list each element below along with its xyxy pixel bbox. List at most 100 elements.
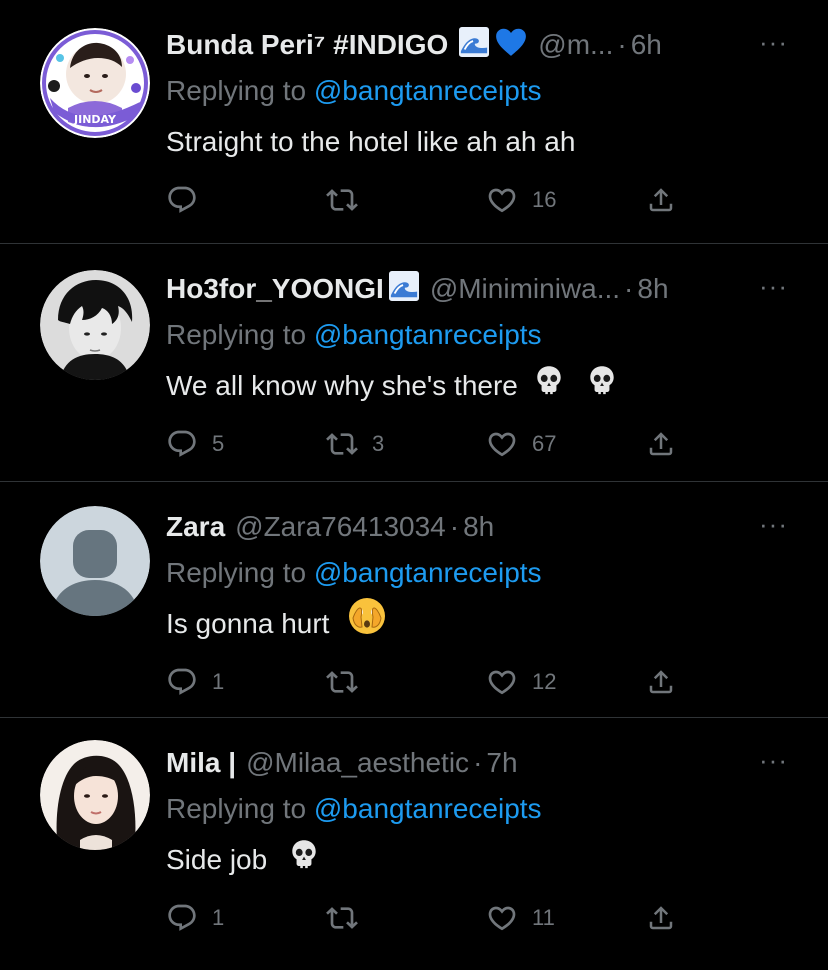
mention-link[interactable]: @bangtanreceipts [314,793,542,824]
blue-heart-emoji [494,25,528,66]
more-options-icon[interactable]: ··· [759,747,788,773]
retweet-icon [326,902,358,934]
avatar[interactable] [40,270,150,380]
default-avatar [40,506,150,616]
retweet-button[interactable] [326,898,372,938]
retweet-button[interactable]: 3 [326,424,384,464]
tweet-text: Is gonna hurt [166,596,788,652]
separator-dot: · [617,29,627,60]
mention-link[interactable]: @bangtanreceipts [314,75,542,106]
avatar-badge-text: JINDAY [73,113,117,126]
wave-emoji [388,271,420,308]
display-name[interactable]: Ho3for_YOONGI [166,273,384,305]
timestamp[interactable]: 7h [486,747,517,779]
action-bar: 5 3 67 [166,424,788,484]
display-name[interactable]: Zara [166,511,225,543]
timestamp[interactable]: 8h [463,511,494,543]
tweet[interactable]: JINDAY Bunda Peri⁷ #INDIGO @m... · 6h ··… [0,0,828,244]
retweet-icon [326,428,358,460]
like-count: 12 [532,669,557,694]
tweet-body: Mila | @Milaa_aesthetic · 7h ··· Replyin… [166,740,788,958]
tweet-text: Straight to the hotel like ah ah ah [166,114,788,170]
tweet[interactable]: Ho3for_YOONGI @Miniminiwa... · 8h ··· Re… [0,244,828,482]
reply-icon [166,184,198,216]
share-button[interactable] [646,180,676,220]
like-button[interactable]: 12 [486,662,556,702]
skull-emoji [532,360,566,416]
mention-link[interactable]: @bangtanreceipts [314,319,542,350]
share-button[interactable] [646,662,676,702]
user-handle[interactable]: @m... [538,29,613,61]
display-name[interactable]: Mila | [166,747,236,779]
tweet-text-content: Is gonna hurt [166,608,330,639]
skull-emoji [585,360,619,416]
more-options-icon[interactable]: ··· [759,511,788,537]
retweet-icon [326,666,358,698]
avatar[interactable] [40,740,150,850]
replying-to: Replying to @bangtanreceipts [166,550,788,596]
reply-button[interactable]: 5 [166,424,224,464]
tweet-body: Ho3for_YOONGI @Miniminiwa... · 8h ··· Re… [166,266,788,484]
user-handle[interactable]: @Zara76413034 [235,511,446,543]
reply-button[interactable] [166,180,212,220]
tweet[interactable]: Mila | @Milaa_aesthetic · 7h ··· Replyin… [0,718,828,970]
replying-to-label: Replying to [166,557,314,588]
reply-button[interactable]: 1 [166,898,224,938]
tweet-header: Bunda Peri⁷ #INDIGO @m... · 6h [166,22,788,68]
tweet-text-content: Straight to the hotel like ah ah ah [166,126,576,157]
heart-icon [486,902,518,934]
heart-icon [486,666,518,698]
heart-icon [486,184,518,216]
retweet-button[interactable] [326,662,372,702]
share-icon [646,429,676,459]
replying-to: Replying to @bangtanreceipts [166,312,788,358]
tweet-text-content: We all know why she's there [166,370,518,401]
avatar[interactable]: JINDAY [40,28,150,138]
tweet-text: We all know why she's there [166,358,788,414]
reply-button[interactable]: 1 [166,662,224,702]
like-button[interactable]: 11 [486,898,555,938]
tweet-header: Ho3for_YOONGI @Miniminiwa... · 8h [166,266,788,312]
replying-to-label: Replying to [166,793,314,824]
share-icon [646,667,676,697]
more-options-icon[interactable]: ··· [759,273,788,299]
reply-icon [166,428,198,460]
replying-to-label: Replying to [166,319,314,350]
mention-link[interactable]: @bangtanreceipts [314,557,542,588]
retweet-button[interactable] [326,180,372,220]
tweet-body: Bunda Peri⁷ #INDIGO @m... · 6h ··· Reply… [166,22,788,240]
share-button[interactable] [646,424,676,464]
timestamp[interactable]: 6h [631,29,662,61]
like-button[interactable]: 16 [486,180,556,220]
replying-to: Replying to @bangtanreceipts [166,786,788,832]
reply-icon [166,666,198,698]
like-count: 16 [532,187,557,212]
heart-icon [486,428,518,460]
bw-portrait-avatar [40,270,150,380]
tweet-text: Side job [166,832,788,888]
user-handle[interactable]: @Miniminiwa... [430,273,620,305]
action-bar: 16 [166,180,788,240]
retweet-count: 3 [372,431,385,456]
like-button[interactable]: 67 [486,424,556,464]
user-handle[interactable]: @Milaa_aesthetic [246,747,469,779]
more-options-icon[interactable]: ··· [759,29,788,55]
display-name[interactable]: Bunda Peri⁷ #INDIGO [166,29,448,61]
tweet[interactable]: Zara @Zara76413034 · 8h ··· Replying to … [0,482,828,718]
reply-count: 1 [212,669,225,694]
avatar[interactable] [40,506,150,616]
share-icon [646,185,676,215]
share-button[interactable] [646,898,676,938]
action-bar: 1 11 [166,898,788,958]
share-icon [646,903,676,933]
timestamp[interactable]: 8h [637,273,668,305]
action-bar: 1 12 [166,662,788,722]
replying-to: Replying to @bangtanreceipts [166,68,788,114]
reply-icon [166,902,198,934]
like-count: 11 [532,905,555,930]
wave-emoji [458,27,490,64]
tweet-body: Zara @Zara76413034 · 8h ··· Replying to … [166,504,788,722]
jinday-badge-avatar: JINDAY [40,28,150,138]
reply-count: 5 [212,431,225,456]
separator-dot: · [624,273,634,304]
